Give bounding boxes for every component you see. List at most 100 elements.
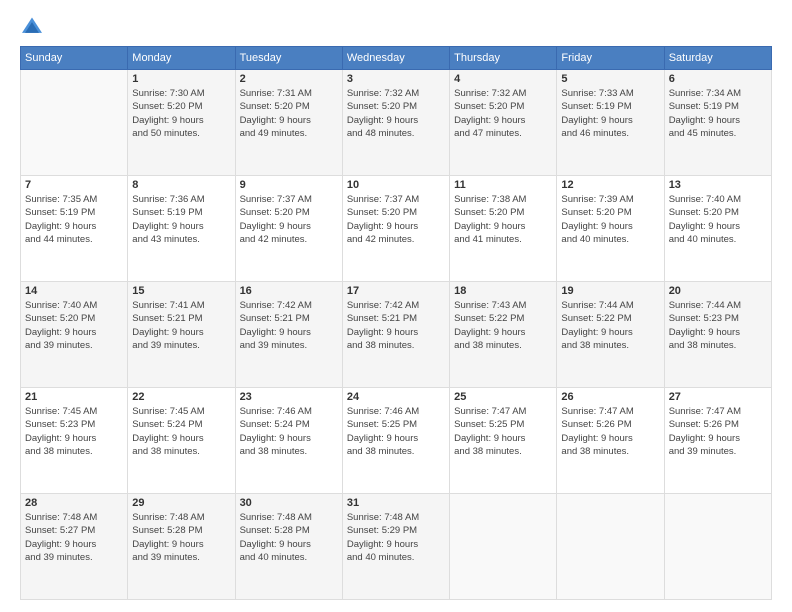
- day-cell: 8Sunrise: 7:36 AM Sunset: 5:19 PM Daylig…: [128, 176, 235, 282]
- day-cell: [21, 70, 128, 176]
- day-number: 25: [454, 391, 552, 403]
- day-number: 11: [454, 179, 552, 191]
- day-cell: 13Sunrise: 7:40 AM Sunset: 5:20 PM Dayli…: [664, 176, 771, 282]
- week-row-1: 7Sunrise: 7:35 AM Sunset: 5:19 PM Daylig…: [21, 176, 772, 282]
- day-cell: 5 Sunrise: 7:33 AM Sunset: 5:19 PM Daylig…: [557, 70, 664, 176]
- day-info: Sunrise: 7:48 AM Sunset: 5:28 PM Dayligh…: [132, 511, 230, 564]
- header-cell-sunday: Sunday: [21, 47, 128, 70]
- day-info: Sunrise: 7:47 AM Sunset: 5:26 PM Dayligh…: [669, 405, 767, 458]
- day-info: Sunrise: 7:42 AM Sunset: 5:21 PM Dayligh…: [347, 299, 445, 352]
- day-number: 14: [25, 285, 123, 297]
- week-row-3: 21 Sunrise: 7:45 AM Sunset: 5:23 PM Dayli…: [21, 388, 772, 494]
- logo-icon: [20, 16, 44, 36]
- day-cell: 24 Sunrise: 7:46 AM Sunset: 5:25 PM Dayli…: [342, 388, 449, 494]
- day-cell: 21 Sunrise: 7:45 AM Sunset: 5:23 PM Dayli…: [21, 388, 128, 494]
- day-cell: 27 Sunrise: 7:47 AM Sunset: 5:26 PM Dayli…: [664, 388, 771, 494]
- day-info: Sunrise: 7:46 AM Sunset: 5:24 PM Dayligh…: [240, 405, 338, 458]
- day-cell: 2 Sunrise: 7:31 AM Sunset: 5:20 PM Daylig…: [235, 70, 342, 176]
- day-cell: 20Sunrise: 7:44 AM Sunset: 5:23 PM Dayli…: [664, 282, 771, 388]
- day-number: 19: [561, 285, 659, 297]
- day-info: Sunrise: 7:47 AM Sunset: 5:25 PM Dayligh…: [454, 405, 552, 458]
- day-cell: 17 Sunrise: 7:42 AM Sunset: 5:21 PM Dayli…: [342, 282, 449, 388]
- day-cell: [664, 494, 771, 600]
- header-cell-saturday: Saturday: [664, 47, 771, 70]
- day-cell: 11 Sunrise: 7:38 AM Sunset: 5:20 PM Dayli…: [450, 176, 557, 282]
- day-info: Sunrise: 7:31 AM Sunset: 5:20 PM Dayligh…: [240, 87, 338, 140]
- day-number: 31: [347, 497, 445, 509]
- week-row-0: 1 Sunrise: 7:30 AM Sunset: 5:20 PM Daylig…: [21, 70, 772, 176]
- day-info: Sunrise: 7:37 AM Sunset: 5:20 PM Dayligh…: [347, 193, 445, 246]
- day-cell: 14 Sunrise: 7:40 AM Sunset: 5:20 PM Dayli…: [21, 282, 128, 388]
- day-cell: 12 Sunrise: 7:39 AM Sunset: 5:20 PM Dayli…: [557, 176, 664, 282]
- day-number: 28: [25, 497, 123, 509]
- day-number: 6: [669, 73, 767, 85]
- day-cell: 1 Sunrise: 7:30 AM Sunset: 5:20 PM Daylig…: [128, 70, 235, 176]
- day-number: 17: [347, 285, 445, 297]
- day-info: Sunrise: 7:44 AM Sunset: 5:23 PM Dayligh…: [669, 299, 767, 352]
- day-number: 26: [561, 391, 659, 403]
- day-number: 5: [561, 73, 659, 85]
- day-cell: 31 Sunrise: 7:48 AM Sunset: 5:29 PM Dayli…: [342, 494, 449, 600]
- day-number: 27: [669, 391, 767, 403]
- day-number: 4: [454, 73, 552, 85]
- day-info: Sunrise: 7:38 AM Sunset: 5:20 PM Dayligh…: [454, 193, 552, 246]
- day-info: Sunrise: 7:32 AM Sunset: 5:20 PM Dayligh…: [454, 87, 552, 140]
- day-number: 22: [132, 391, 230, 403]
- header: [20, 16, 772, 36]
- day-cell: 15 Sunrise: 7:41 AM Sunset: 5:21 PM Dayli…: [128, 282, 235, 388]
- day-info: Sunrise: 7:34 AM Sunset: 5:19 PM Dayligh…: [669, 87, 767, 140]
- day-number: 12: [561, 179, 659, 191]
- day-cell: 6 Sunrise: 7:34 AM Sunset: 5:19 PM Daylig…: [664, 70, 771, 176]
- day-info: Sunrise: 7:35 AM Sunset: 5:19 PM Dayligh…: [25, 193, 123, 246]
- day-number: 16: [240, 285, 338, 297]
- day-number: 8: [132, 179, 230, 191]
- day-number: 24: [347, 391, 445, 403]
- header-cell-wednesday: Wednesday: [342, 47, 449, 70]
- day-info: Sunrise: 7:37 AM Sunset: 5:20 PM Dayligh…: [240, 193, 338, 246]
- day-info: Sunrise: 7:41 AM Sunset: 5:21 PM Dayligh…: [132, 299, 230, 352]
- day-info: Sunrise: 7:40 AM Sunset: 5:20 PM Dayligh…: [25, 299, 123, 352]
- day-number: 29: [132, 497, 230, 509]
- day-info: Sunrise: 7:32 AM Sunset: 5:20 PM Dayligh…: [347, 87, 445, 140]
- header-row: SundayMondayTuesdayWednesdayThursdayFrid…: [21, 47, 772, 70]
- day-number: 18: [454, 285, 552, 297]
- day-info: Sunrise: 7:40 AM Sunset: 5:20 PM Dayligh…: [669, 193, 767, 246]
- week-row-2: 14 Sunrise: 7:40 AM Sunset: 5:20 PM Dayli…: [21, 282, 772, 388]
- day-info: Sunrise: 7:33 AM Sunset: 5:19 PM Dayligh…: [561, 87, 659, 140]
- day-number: 2: [240, 73, 338, 85]
- day-number: 3: [347, 73, 445, 85]
- day-cell: 9Sunrise: 7:37 AM Sunset: 5:20 PM Daylig…: [235, 176, 342, 282]
- day-number: 30: [240, 497, 338, 509]
- day-cell: 10Sunrise: 7:37 AM Sunset: 5:20 PM Dayli…: [342, 176, 449, 282]
- calendar-body: 1 Sunrise: 7:30 AM Sunset: 5:20 PM Daylig…: [21, 70, 772, 600]
- day-cell: 4 Sunrise: 7:32 AM Sunset: 5:20 PM Daylig…: [450, 70, 557, 176]
- day-cell: 29 Sunrise: 7:48 AM Sunset: 5:28 PM Dayli…: [128, 494, 235, 600]
- header-cell-friday: Friday: [557, 47, 664, 70]
- day-cell: 23Sunrise: 7:46 AM Sunset: 5:24 PM Dayli…: [235, 388, 342, 494]
- page: SundayMondayTuesdayWednesdayThursdayFrid…: [0, 0, 792, 612]
- day-cell: 30Sunrise: 7:48 AM Sunset: 5:28 PM Dayli…: [235, 494, 342, 600]
- day-info: Sunrise: 7:30 AM Sunset: 5:20 PM Dayligh…: [132, 87, 230, 140]
- calendar-table: SundayMondayTuesdayWednesdayThursdayFrid…: [20, 46, 772, 600]
- header-cell-monday: Monday: [128, 47, 235, 70]
- day-cell: 7Sunrise: 7:35 AM Sunset: 5:19 PM Daylig…: [21, 176, 128, 282]
- day-info: Sunrise: 7:46 AM Sunset: 5:25 PM Dayligh…: [347, 405, 445, 458]
- day-number: 1: [132, 73, 230, 85]
- day-info: Sunrise: 7:45 AM Sunset: 5:24 PM Dayligh…: [132, 405, 230, 458]
- day-cell: 28 Sunrise: 7:48 AM Sunset: 5:27 PM Dayli…: [21, 494, 128, 600]
- day-info: Sunrise: 7:45 AM Sunset: 5:23 PM Dayligh…: [25, 405, 123, 458]
- day-info: Sunrise: 7:47 AM Sunset: 5:26 PM Dayligh…: [561, 405, 659, 458]
- day-cell: 26 Sunrise: 7:47 AM Sunset: 5:26 PM Dayli…: [557, 388, 664, 494]
- day-info: Sunrise: 7:48 AM Sunset: 5:27 PM Dayligh…: [25, 511, 123, 564]
- day-info: Sunrise: 7:39 AM Sunset: 5:20 PM Dayligh…: [561, 193, 659, 246]
- day-cell: 16Sunrise: 7:42 AM Sunset: 5:21 PM Dayli…: [235, 282, 342, 388]
- day-cell: 3 Sunrise: 7:32 AM Sunset: 5:20 PM Daylig…: [342, 70, 449, 176]
- day-number: 21: [25, 391, 123, 403]
- day-cell: 25 Sunrise: 7:47 AM Sunset: 5:25 PM Dayli…: [450, 388, 557, 494]
- week-row-4: 28 Sunrise: 7:48 AM Sunset: 5:27 PM Dayli…: [21, 494, 772, 600]
- day-number: 15: [132, 285, 230, 297]
- day-cell: 22 Sunrise: 7:45 AM Sunset: 5:24 PM Dayli…: [128, 388, 235, 494]
- day-cell: 19Sunrise: 7:44 AM Sunset: 5:22 PM Dayli…: [557, 282, 664, 388]
- day-info: Sunrise: 7:43 AM Sunset: 5:22 PM Dayligh…: [454, 299, 552, 352]
- day-info: Sunrise: 7:48 AM Sunset: 5:29 PM Dayligh…: [347, 511, 445, 564]
